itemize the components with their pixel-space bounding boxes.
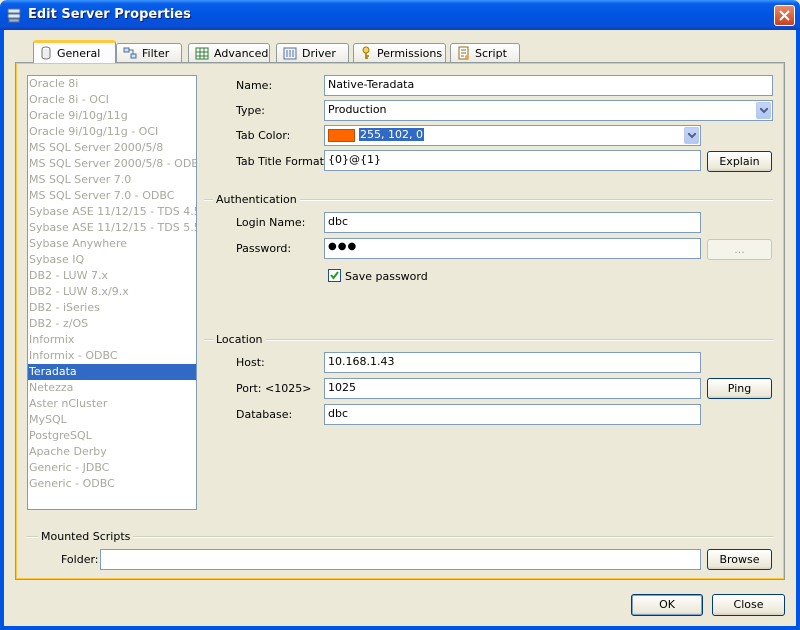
list-item[interactable]: PostgreSQL: [28, 428, 196, 444]
window-close-button[interactable]: [774, 5, 795, 26]
tab-filter-label: Filter: [142, 46, 170, 60]
list-item[interactable]: Oracle 9i/10g/11g - OCI: [28, 124, 196, 140]
save-password-label[interactable]: Save password: [345, 270, 428, 283]
color-swatch: [328, 128, 355, 142]
login-name-label: Login Name:: [236, 216, 306, 229]
list-item[interactable]: Sybase ASE 11/12/15 - TDS 5.5: [28, 220, 196, 236]
tab-title-format-label: Tab Title Format:: [236, 155, 328, 168]
list-item-selected[interactable]: Teradata: [28, 364, 196, 380]
host-label: Host:: [236, 356, 265, 369]
type-select[interactable]: Production: [324, 100, 773, 121]
list-item[interactable]: MS SQL Server 7.0: [28, 172, 196, 188]
ping-button[interactable]: Ping: [707, 378, 772, 399]
password-field[interactable]: ●●●: [324, 238, 701, 259]
title-bar[interactable]: Edit Server Properties: [0, 0, 800, 30]
tab-script-label: Script: [475, 46, 507, 60]
window-title: Edit Server Properties: [28, 7, 191, 22]
script-icon: [458, 46, 469, 60]
server-icon: [7, 8, 21, 23]
location-title: Location: [213, 333, 266, 346]
login-name-field[interactable]: dbc: [324, 212, 701, 233]
tab-driver[interactable]: Driver: [276, 43, 349, 62]
key-icon: [362, 46, 370, 59]
list-item[interactable]: Informix: [28, 332, 196, 348]
list-item[interactable]: DB2 - LUW 7.x: [28, 268, 196, 284]
tab-permissions-label: Permissions: [377, 46, 443, 60]
name-label: Name:: [236, 79, 273, 92]
chevron-down-icon: [760, 108, 768, 114]
chevron-down-icon: [688, 133, 696, 139]
list-item[interactable]: Informix - ODBC: [28, 348, 196, 364]
tab-advanced-label: Advanced: [214, 46, 269, 60]
list-item[interactable]: Apache Derby: [28, 444, 196, 460]
list-item[interactable]: Generic - ODBC: [28, 476, 196, 492]
password-label: Password:: [236, 242, 292, 255]
location-divider: [204, 339, 773, 341]
list-item[interactable]: Sybase IQ: [28, 252, 196, 268]
tab-permissions[interactable]: Permissions: [353, 43, 446, 62]
close-button[interactable]: Close: [712, 594, 785, 616]
list-item[interactable]: Generic - JDBC: [28, 460, 196, 476]
mounted-scripts-divider: [27, 536, 773, 538]
list-item[interactable]: Oracle 8i: [28, 76, 196, 92]
tab-filter[interactable]: Filter: [116, 43, 182, 62]
password-browse-button[interactable]: ...: [707, 239, 772, 260]
list-item[interactable]: MySQL: [28, 412, 196, 428]
grid-icon: [195, 47, 209, 59]
list-item[interactable]: MS SQL Server 2000/5/8: [28, 140, 196, 156]
mounted-scripts-title: Mounted Scripts: [38, 530, 134, 543]
name-field[interactable]: Native-Teradata: [324, 75, 773, 96]
database-label: Database:: [236, 408, 293, 421]
type-label: Type:: [236, 104, 265, 117]
tab-color-value: 255, 102, 0: [359, 128, 424, 141]
explain-button[interactable]: Explain: [707, 151, 772, 172]
folder-field[interactable]: [100, 549, 701, 570]
tab-advanced[interactable]: Advanced: [188, 43, 270, 62]
list-item[interactable]: MS SQL Server 2000/5/8 - ODBC: [28, 156, 196, 172]
port-field[interactable]: 1025: [324, 378, 701, 399]
list-item[interactable]: DB2 - z/OS: [28, 316, 196, 332]
list-item[interactable]: DB2 - iSeries: [28, 300, 196, 316]
checkmark-icon: [330, 271, 339, 280]
list-item[interactable]: Oracle 9i/10g/11g: [28, 108, 196, 124]
host-field[interactable]: 10.168.1.43: [324, 352, 701, 373]
tab-general-label: General: [57, 46, 101, 60]
tab-color-label: Tab Color:: [236, 129, 291, 142]
list-item[interactable]: Oracle 8i - OCI: [28, 92, 196, 108]
folder-browse-button[interactable]: Browse: [707, 549, 772, 570]
cylinder-icon: [41, 46, 51, 60]
list-item[interactable]: Aster nCluster: [28, 396, 196, 412]
authentication-title: Authentication: [213, 193, 300, 206]
tab-script[interactable]: Script: [450, 43, 520, 62]
tab-driver-label: Driver: [302, 46, 336, 60]
type-dropdown-button[interactable]: [756, 102, 771, 119]
list-item[interactable]: Netezza: [28, 380, 196, 396]
save-password-checkbox[interactable]: [328, 269, 341, 282]
tab-general[interactable]: General: [33, 40, 116, 63]
ok-button[interactable]: OK: [631, 594, 703, 616]
list-item[interactable]: MS SQL Server 7.0 - ODBC: [28, 188, 196, 204]
list-item[interactable]: DB2 - LUW 8.x/9.x: [28, 284, 196, 300]
filter-icon: [123, 47, 137, 58]
database-field[interactable]: dbc: [324, 404, 701, 425]
driver-icon: [283, 47, 297, 59]
port-label: Port: <1025>: [236, 382, 312, 395]
database-type-list[interactable]: Oracle 8i Oracle 8i - OCI Oracle 9i/10g/…: [27, 75, 197, 510]
close-icon: [779, 10, 790, 21]
folder-label: Folder:: [61, 553, 99, 566]
type-select-value: Production: [328, 103, 387, 116]
list-item[interactable]: Sybase Anywhere: [28, 236, 196, 252]
tab-title-format-field[interactable]: {0}@{1}: [324, 150, 701, 171]
tab-color-dropdown-button[interactable]: [684, 127, 699, 144]
list-item[interactable]: Sybase ASE 11/12/15 - TDS 4.5: [28, 204, 196, 220]
tab-color-select[interactable]: 255, 102, 0: [324, 125, 701, 146]
